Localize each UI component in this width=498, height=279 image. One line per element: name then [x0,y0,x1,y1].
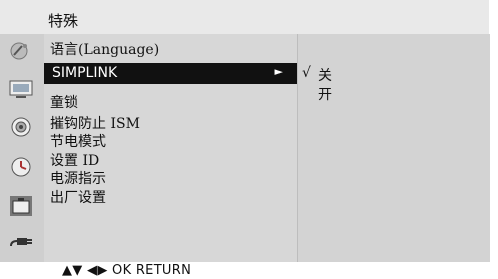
menu-item-label: 童锁 [50,95,78,111]
menu-item-label: 设置 ID [50,153,100,169]
option-on[interactable]: 开 [318,84,332,104]
menu-item-power-indicator[interactable]: 电源指示 [50,171,106,187]
submenu-arrow-icon: ► [274,65,283,78]
briefcase-icon[interactable] [8,194,34,216]
check-icon: √ [302,65,311,81]
option-off[interactable]: 关 [318,65,332,85]
menu-item-label: 摧钩防止 ISM [50,116,140,132]
nav-hint: ▲▼ ◀▶ OK RETURN [62,263,192,278]
menu-item-language[interactable]: 语言(Language) [50,42,159,58]
option-label: 关 [318,68,332,84]
osd-window: 特殊 语言(Language) SIMPLINK ► 童锁 摧钩防止 ISM 节… [0,0,498,279]
speaker-icon[interactable] [8,116,34,138]
clock-icon[interactable] [8,156,34,178]
menu-item-label: 出厂设置 [50,190,106,206]
menu-item-child-lock[interactable]: 童锁 [50,95,78,111]
tv-icon[interactable] [8,78,34,100]
title-bar: 特殊 [0,0,489,34]
menu-item-power-saving[interactable]: 节电模式 [50,134,106,150]
menu-item-ism[interactable]: 摧钩防止 ISM [50,116,140,132]
menu-item-label: 节电模式 [50,134,106,150]
plug-icon[interactable] [8,232,34,254]
option-label: 开 [318,87,332,103]
menu-item-factory-reset[interactable]: 出厂设置 [50,190,106,206]
category-icon-bar [0,34,44,262]
menu-item-set-id[interactable]: 设置 ID [50,153,99,169]
menu-item-simplink[interactable]: SIMPLINK ► [44,63,297,84]
menu-item-label: 电源指示 [50,171,106,187]
menu-item-label: SIMPLINK [52,65,118,81]
page-title: 特殊 [48,12,79,30]
satellite-dish-icon[interactable] [8,40,34,62]
menu-item-label: 语言(Language) [50,42,160,58]
